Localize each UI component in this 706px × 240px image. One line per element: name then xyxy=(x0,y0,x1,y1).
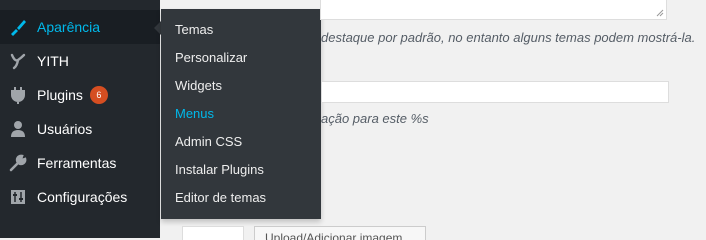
submenu-item-menus[interactable]: Menus xyxy=(175,100,214,128)
sidebar-item-label: Plugins xyxy=(37,87,83,103)
yith-icon xyxy=(0,44,36,78)
plugin-icon xyxy=(0,78,36,112)
sidebar-item-ferramentas[interactable]: Ferramentas xyxy=(0,146,160,180)
description-textarea[interactable] xyxy=(320,0,667,20)
upload-image-button[interactable]: Upload/Adicionar imagem xyxy=(254,226,426,240)
paintbrush-icon xyxy=(0,10,36,44)
sidebar-item-configuracoes[interactable]: Configurações xyxy=(0,180,160,214)
sidebar-item-yith[interactable]: YITH xyxy=(0,44,160,78)
update-count-badge: 6 xyxy=(89,86,108,104)
appearance-submenu: Temas Personalizar Widgets Menus Admin C… xyxy=(161,9,321,219)
wrench-icon xyxy=(0,146,36,180)
sidebar-item-label: Configurações xyxy=(37,189,128,205)
settings-icon xyxy=(0,180,36,214)
submenu-item-temas[interactable]: Temas xyxy=(175,16,213,44)
text-field[interactable] xyxy=(321,81,669,103)
submenu-item-editor-de-temas[interactable]: Editor de temas xyxy=(175,184,266,212)
field-hint: ação para este %s xyxy=(321,111,429,126)
sidebar-item-label: Ferramentas xyxy=(37,155,117,171)
field-description: destaque por padrão, no entanto alguns t… xyxy=(321,30,696,45)
resize-handle-icon[interactable] xyxy=(656,9,664,17)
submenu-item-personalizar[interactable]: Personalizar xyxy=(175,44,247,72)
sidebar-item-usuarios[interactable]: Usuários xyxy=(0,112,160,146)
sidebar-item-label: YITH xyxy=(37,53,69,69)
user-icon xyxy=(0,112,36,146)
sidebar-item-label: Usuários xyxy=(37,121,93,137)
sidebar-item-plugins[interactable]: Plugins 6 xyxy=(0,78,160,112)
sidebar-item-aparencia[interactable]: Aparência xyxy=(0,10,160,44)
admin-sidebar: Aparência YITH Plugins 6 Usuários Ferram… xyxy=(0,0,160,238)
main-content: destaque por padrão, no entanto alguns t… xyxy=(320,0,706,238)
submenu-item-widgets[interactable]: Widgets xyxy=(175,72,222,100)
submenu-item-instalar-plugins[interactable]: Instalar Plugins xyxy=(175,156,264,184)
sidebar-item-label: Aparência xyxy=(37,19,101,35)
image-url-field[interactable] xyxy=(182,226,244,240)
submenu-item-admin-css[interactable]: Admin CSS xyxy=(175,128,242,156)
